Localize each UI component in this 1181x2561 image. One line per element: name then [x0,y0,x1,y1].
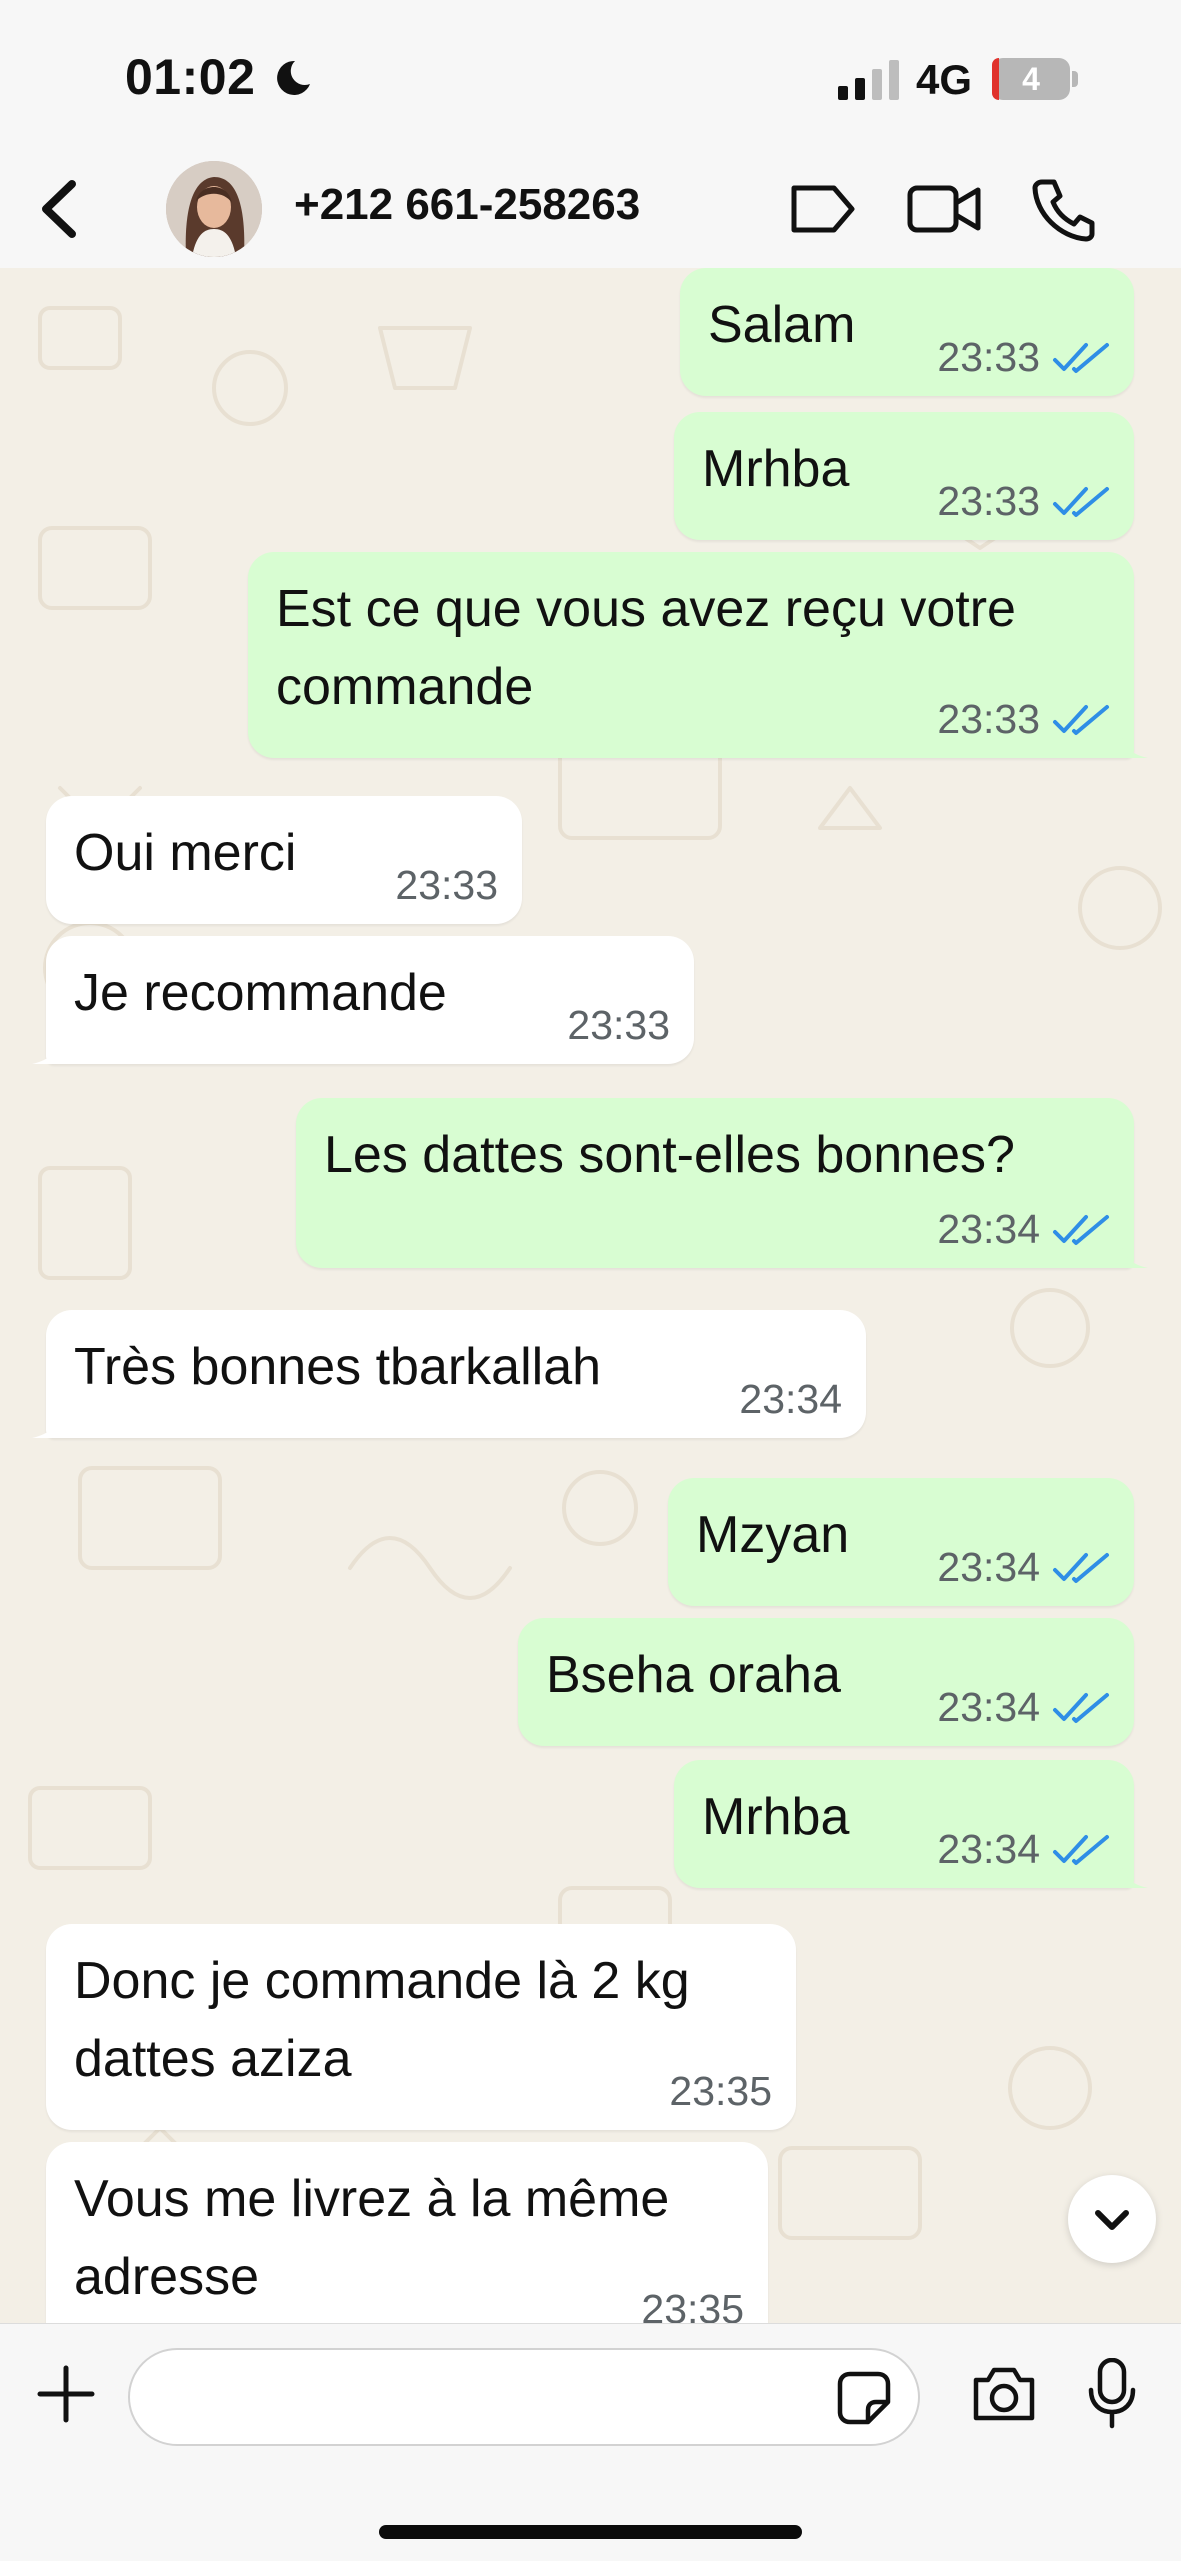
label-tag-icon[interactable] [786,174,858,244]
message-meta: 23:34 [937,1542,1110,1592]
incoming-message-bubble[interactable]: Donc je commande là 2 kg dattes aziza 23:3… [46,1924,796,2130]
double-check-read-icon [1053,487,1109,517]
message-text: Donc je commande là 2 kg dattes aziza [74,1942,690,2098]
message-line: Je recommande [74,964,447,1022]
outgoing-message-bubble[interactable]: Est ce que vous avez reçu votre commande 2… [248,552,1148,758]
cellular-signal-icon [838,60,899,100]
message-time: 23:33 [937,477,1040,524]
message-time: 23:34 [739,1375,842,1422]
message-meta: 23:35 [641,2284,744,2324]
message-text: Je recommande [74,954,447,1032]
battery-cap [1072,71,1078,87]
double-check-read-icon [1053,343,1109,373]
message-line: Est ce que vous avez reçu votre [276,580,1016,638]
message-line: Salam [708,296,856,354]
message-meta: 23:33 [395,860,498,910]
message-time: 23:35 [641,2285,744,2324]
message-meta: 23:33 [937,476,1110,526]
message-text: Salam [708,286,855,364]
phone-call-icon[interactable] [1030,174,1096,244]
home-indicator [379,2525,802,2539]
message-line: Donc je commande là 2 kg [74,1952,690,2010]
battery-level: 4 [1022,61,1040,97]
message-text: Les dattes sont-elles bonnes? [324,1116,1015,1194]
outgoing-message-bubble[interactable]: Mzyan 23:34 [668,1478,1134,1606]
message-input[interactable] [128,2348,920,2446]
message-meta: 23:34 [937,1682,1110,1732]
double-check-read-icon [1053,705,1109,735]
status-time: 01:02 [125,49,256,105]
double-check-read-icon [1053,1553,1109,1583]
outgoing-message-bubble[interactable]: Mrhba 23:34 [674,1760,1148,1888]
message-line: adresse [74,2248,259,2306]
message-time: 23:33 [395,861,498,908]
message-text: Mzyan [696,1496,849,1574]
network-type: 4G [916,56,973,103]
message-line: Oui merci [74,824,297,882]
message-text: Mrhba [702,1778,849,1856]
message-line: Mrhba [702,1788,850,1846]
message-line: Mrhba [702,440,850,498]
bubble-tail [32,1408,60,1438]
double-check-read-icon [1053,1215,1109,1245]
message-time: 23:33 [937,333,1040,380]
bubble-tail [32,1034,60,1064]
message-time: 23:34 [937,1543,1040,1590]
message-meta: 23:34 [739,1374,842,1424]
chevron-down-icon [1095,2210,1129,2230]
message-meta: 23:33 [937,332,1110,382]
outgoing-message-bubble[interactable]: Les dattes sont-elles bonnes? 23:34 [296,1098,1148,1268]
message-line: Bseha oraha [546,1646,841,1704]
battery-icon: 4 [992,58,1070,100]
message-text: Très bonnes tbarkallah [74,1328,601,1406]
outgoing-message-bubble[interactable]: Mrhba 23:33 [674,412,1134,540]
double-check-read-icon [1053,1693,1109,1723]
message-text: Oui merci [74,814,296,892]
message-text: Vous me livrez à la même adresse [74,2160,669,2316]
message-line: commande [276,658,534,716]
bubble-tail [1120,1238,1148,1268]
message-meta: 23:35 [669,2066,772,2116]
sticker-icon[interactable] [836,2370,892,2426]
message-text: Mrhba [702,430,849,508]
message-line: Les dattes sont-elles bonnes? [324,1126,1015,1184]
outgoing-message-bubble[interactable]: Bseha oraha 23:34 [518,1618,1134,1746]
outgoing-message-bubble[interactable]: Salam 23:33 [680,268,1134,396]
message-meta: 23:33 [937,694,1110,744]
message-line: dattes aziza [74,2030,352,2088]
microphone-icon[interactable] [1086,2358,1138,2430]
contact-name[interactable]: +212 661-258263 [294,180,640,230]
incoming-message-bubble[interactable]: Je recommande 23:33 [32,936,694,1064]
incoming-message-bubble[interactable]: Très bonnes tbarkallah 23:34 [32,1310,866,1438]
message-time: 23:34 [937,1205,1040,1252]
message-time: 23:34 [937,1683,1040,1730]
back-chevron-icon[interactable] [30,176,90,242]
message-time: 23:35 [669,2067,772,2114]
message-meta: 23:33 [567,1000,670,1050]
incoming-message-bubble[interactable]: Oui merci 23:33 [46,796,522,924]
chat-area[interactable]: Salam 23:33 Mrhba 23:33 Est ce que vous avez… [0,268,1181,2323]
message-text: Bseha oraha [546,1636,841,1714]
message-meta: 23:34 [937,1824,1110,1874]
scroll-to-bottom-button[interactable] [1068,2175,1156,2263]
message-time: 23:33 [567,1001,670,1048]
video-call-icon[interactable] [906,174,982,244]
status-bar: 01:02 4G 4 [0,0,1181,150]
avatar[interactable] [166,161,262,257]
plus-icon[interactable] [36,2364,96,2424]
message-text: Est ce que vous avez reçu votre commande [276,570,1016,726]
message-time: 23:34 [937,1825,1040,1872]
incoming-message-bubble[interactable]: Vous me livrez à la même adresse 23:35 [46,2142,768,2323]
bubble-tail [1120,1858,1148,1888]
moon-icon [277,60,310,95]
message-line: Très bonnes tbarkallah [74,1338,602,1396]
message-time: 23:33 [937,695,1040,742]
camera-icon[interactable] [970,2364,1038,2424]
bubble-tail [1120,728,1148,758]
message-line: Mzyan [696,1506,850,1564]
chat-header: +212 661-258263 [0,150,1181,269]
double-check-read-icon [1053,1835,1109,1865]
message-line: Vous me livrez à la même [74,2170,670,2228]
message-meta: 23:34 [937,1204,1110,1254]
